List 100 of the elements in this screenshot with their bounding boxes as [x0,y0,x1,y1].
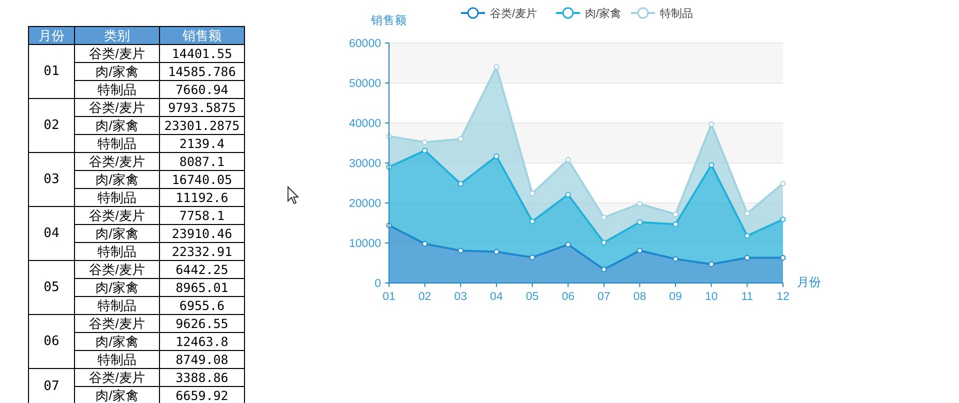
category-cell: 谷类/麦片 [74,260,160,278]
column-header: 销售额 [160,26,244,44]
data-point [601,214,607,220]
data-point [744,233,750,239]
legend-label[interactable]: 谷类/麦片 [490,8,538,20]
category-cell: 肉/家禽 [74,62,160,80]
sales-cell: 8087.1 [160,152,244,170]
data-point [386,222,392,228]
data-point [386,133,392,139]
y-tick-label: 60000 [349,38,381,50]
sales-cell: 7660.94 [160,80,244,98]
month-cell: 01 [28,44,74,98]
data-point [529,218,536,224]
sales-cell: 6955.6 [160,296,244,314]
data-point [494,153,500,159]
x-tick-label: 11 [741,291,754,300]
x-tick-label: 05 [526,291,539,300]
month-cell: 02 [28,98,74,152]
sales-cell: 6442.25 [160,260,244,278]
category-cell: 谷类/麦片 [74,44,160,62]
x-tick-label: 04 [490,291,503,300]
data-point [565,157,571,163]
y-tick-label: 30000 [349,158,381,170]
data-point [708,121,714,127]
x-tick-label: 03 [454,291,468,300]
data-point [672,211,678,217]
legend-marker-icon[interactable] [461,7,485,19]
data-point [601,240,607,246]
data-point [636,248,643,254]
data-point [780,216,786,222]
data-point [529,254,536,260]
column-header: 月份 [28,26,74,44]
category-cell: 谷类/麦片 [74,368,160,386]
sales-cell: 23910.46 [160,224,244,242]
category-cell: 谷类/麦片 [74,314,160,332]
x-axis-title: 月份 [797,275,821,289]
sales-cell: 22332.91 [160,242,244,260]
category-cell: 特制品 [74,296,160,314]
data-point [708,162,714,168]
category-cell: 肉/家禽 [74,224,160,242]
category-cell: 肉/家禽 [74,332,160,350]
data-point [386,164,392,170]
y-tick-label: 10000 [349,238,381,250]
y-tick-label: 20000 [349,198,381,210]
y-axis-title: 销售额 [371,15,407,27]
category-cell: 特制品 [74,134,160,152]
sales-cell: 16740.05 [160,170,244,188]
data-point [744,210,750,216]
data-point [601,266,607,272]
y-tick-label: 40000 [349,118,381,130]
x-tick-label: 06 [562,291,574,300]
data-point [708,261,714,267]
legend-marker-icon[interactable] [556,7,580,19]
sales-cell: 8749.08 [160,350,244,368]
data-point [422,241,428,247]
y-tick-label: 50000 [349,78,381,90]
sales-cell: 11192.6 [160,188,244,206]
data-point [458,136,464,142]
sales-cell: 2139.4 [160,134,244,152]
data-point [672,256,678,262]
month-cell: 05 [28,260,74,314]
month-cell: 07 [28,368,74,403]
sales-cell: 9626.55 [160,314,244,332]
data-point [494,249,500,255]
data-point [780,255,786,261]
sales-cell: 9793.5875 [160,98,244,116]
column-header: 类别 [74,26,160,44]
sales-cell: 14585.786 [160,62,244,80]
legend-label[interactable]: 特制品 [660,8,693,20]
x-tick-label: 12 [776,291,790,300]
month-cell: 04 [28,206,74,260]
sales-cell: 8965.01 [160,278,244,296]
data-point [529,190,536,196]
legend-label[interactable]: 肉/家禽 [585,8,622,20]
x-tick-label: 02 [418,291,432,300]
data-point [422,139,428,145]
data-point [565,242,571,248]
data-point [458,181,464,187]
data-point [494,64,500,70]
data-point [744,255,750,261]
sales-cell: 7758.1 [160,206,244,224]
category-cell: 谷类/麦片 [74,206,160,224]
sales-cell: 12463.8 [160,332,244,350]
data-point [780,180,786,186]
data-point [422,148,428,154]
month-cell: 06 [28,314,74,368]
data-point [565,192,571,198]
month-cell: 03 [28,152,74,206]
x-tick-label: 01 [382,291,396,300]
category-cell: 谷类/麦片 [74,98,160,116]
category-cell: 肉/家禽 [74,278,160,296]
category-cell: 特制品 [74,80,160,98]
legend-marker-icon[interactable] [631,7,655,19]
category-cell: 谷类/麦片 [74,152,160,170]
data-point [636,219,643,225]
data-point [672,221,678,227]
category-cell: 肉/家禽 [74,116,160,134]
y-tick-label: 0 [374,278,381,290]
x-tick-label: 07 [598,291,610,300]
category-cell: 特制品 [74,188,160,206]
